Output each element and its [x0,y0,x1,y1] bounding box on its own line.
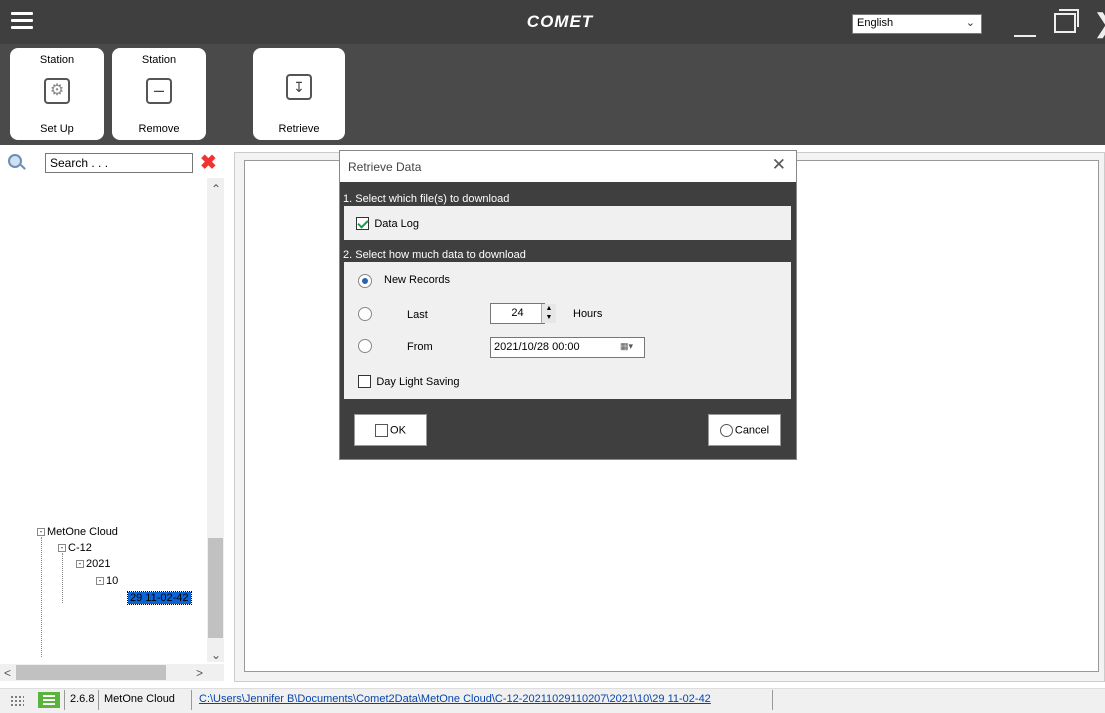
station-remove-button[interactable]: Station – Remove [112,48,206,140]
tree-node-file[interactable]: 29 11-02-42 [127,591,192,605]
list-icon[interactable] [38,692,60,708]
data-log-label: Data Log [374,218,419,230]
close-window-button[interactable]: ❯ [1093,8,1105,39]
maximize-button[interactable] [1054,9,1079,33]
scroll-down-icon[interactable]: ⌄ [211,648,221,662]
language-value: English [857,17,894,29]
close-icon[interactable]: ✕ [772,155,786,175]
checkbox-unchecked-icon [358,375,371,389]
last-radio[interactable] [358,307,372,321]
hours-unit-label: Hours [573,308,603,320]
setup-top-label: Station [39,54,75,66]
from-date-picker[interactable]: 2021/10/28 00:00 ▦▾ [490,337,645,358]
gear-icon: ⚙ [44,78,70,104]
tree-vertical-thumb[interactable] [208,538,223,638]
version-label: 2.6.8 [70,693,95,705]
status-separator [772,690,773,710]
from-label: From [407,341,433,353]
setup-bottom-label: Set Up [40,123,74,135]
tree-node-month[interactable]: -10 [96,575,118,587]
from-date-value: 2021/10/28 00:00 [494,341,580,353]
tree-node-year[interactable]: -2021 [76,558,110,570]
new-records-radio[interactable] [358,274,372,288]
collapse-icon[interactable]: - [37,528,45,537]
tree-label-year: 2021 [86,558,111,570]
tree-label-root: MetOne Cloud [47,526,118,538]
tree-label-selected: 29 11-02-42 [127,591,192,605]
search-input[interactable]: Search . . . [45,153,193,173]
status-separator [191,690,192,710]
tree-node-station[interactable]: - C-12 [58,542,92,554]
scroll-left-icon[interactable]: < [4,666,11,680]
retrieve-label: Retrieve [278,123,320,135]
checkbox-checked-icon [356,217,369,231]
scroll-right-icon[interactable]: > [196,666,203,680]
section-amount-label: 2. Select how much data to download [343,249,526,261]
cancel-icon [719,424,733,437]
tree-line [62,553,63,603]
language-select[interactable]: English ⌄ [852,14,982,34]
station-tree-panel [0,150,231,684]
tree-label-station: C-12 [68,542,92,554]
new-records-label: New Records [384,274,451,286]
collapse-icon[interactable]: - [96,577,104,586]
hours-value: 24 [511,307,524,319]
clear-icon[interactable]: ✖ [200,150,217,175]
remove-top-label: Station [141,54,177,66]
grid-icon[interactable] [10,695,24,707]
cancel-label: Cancel [734,424,770,437]
collapse-icon[interactable]: - [58,544,66,553]
status-separator [98,690,99,710]
tree-line [41,537,42,657]
ok-label: OK [390,424,406,437]
menu-icon[interactable] [11,12,33,30]
files-panel: Data Log [344,206,791,240]
scroll-up-icon[interactable]: ⌃ [211,182,221,196]
hours-spinner[interactable]: ▲ ▼ [541,304,556,323]
from-radio[interactable] [358,339,372,353]
collapse-icon[interactable]: - [76,560,84,569]
last-label: Last [407,309,428,321]
dialog-title: Retrieve Data [348,160,422,174]
station-name-label: MetOne Cloud [104,693,175,705]
tree-horizontal-thumb[interactable] [16,665,166,680]
retrieve-button[interactable]: ↧ Retrieve [253,48,345,140]
search-icon [8,154,22,168]
station-setup-button[interactable]: Station ⚙ Set Up [10,48,104,140]
chevron-down-icon: ⌄ [965,17,975,29]
cancel-button[interactable]: Cancel [708,414,781,446]
daylight-saving-label: Day Light Saving [376,376,460,388]
retrieve-data-dialog: Retrieve Data ✕ 1. Select which file(s) … [339,150,797,460]
calendar-icon[interactable]: ▦▾ [620,341,640,354]
path-link-text: C:\Users\Jennifer B\Documents\Comet2Data… [199,693,711,705]
ok-icon [375,424,389,437]
download-icon: ↧ [286,74,312,100]
daylight-saving-checkbox[interactable]: Day Light Saving [358,374,460,389]
ok-button[interactable]: OK [354,414,427,446]
minimize-button[interactable] [1014,17,1036,37]
app-title: COMET [526,12,594,31]
hours-input[interactable]: 24 [490,303,545,324]
path-link[interactable]: C:\Users\Jennifer B\Documents\Comet2Data… [199,693,711,705]
tree-node-root[interactable]: - MetOne Cloud [37,526,118,538]
remove-bottom-label: Remove [138,123,180,135]
data-log-checkbox[interactable]: Data Log [356,216,419,231]
amount-panel: New Records Last From Day Light Saving [344,262,791,399]
section-files-label: 1. Select which file(s) to download [343,193,510,205]
dialog-title-bar: Retrieve Data ✕ [340,151,796,182]
status-separator [64,690,65,710]
minus-icon: – [146,78,172,104]
tree-label-month: 10 [106,575,119,587]
